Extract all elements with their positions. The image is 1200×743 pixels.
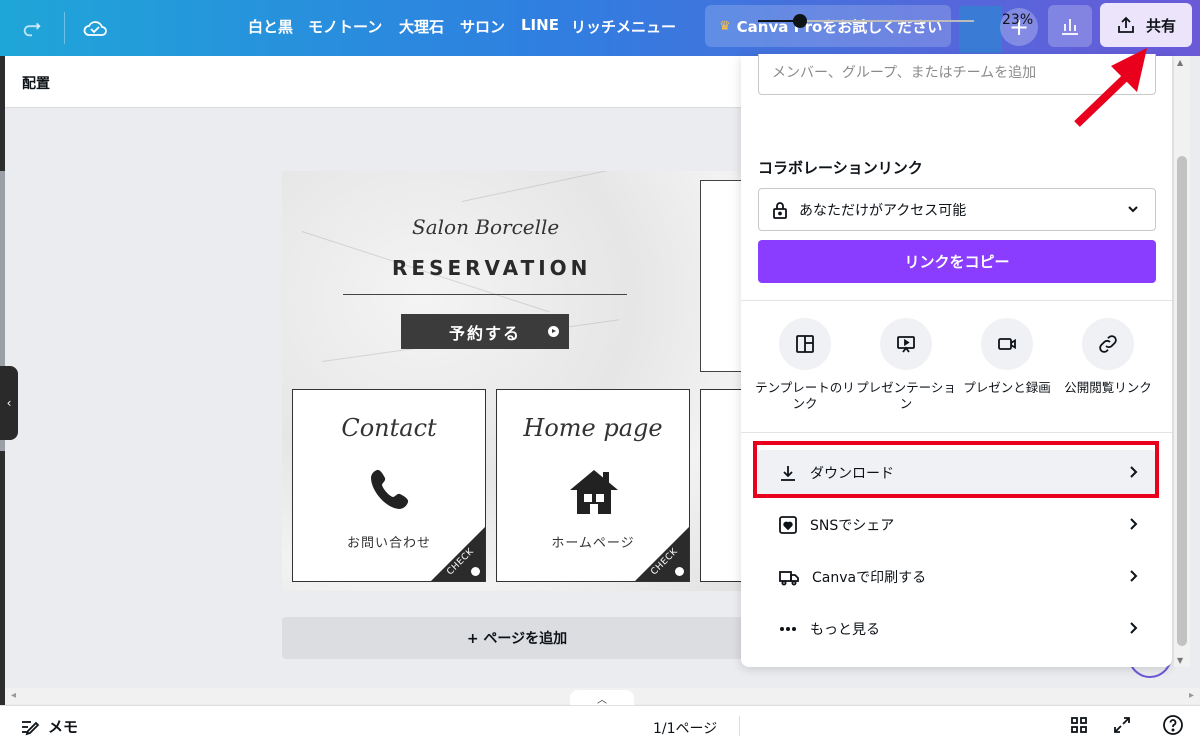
zoom-level[interactable]: 23% (1002, 12, 1033, 28)
try-canva-pro-button[interactable]: ♛ Canva Proをお試しください (705, 5, 951, 47)
top-toolbar: 白と黒 モノトーン 大理石 サロン LINE リッチメニュー ♛ Canva P… (0, 0, 1200, 56)
more-icon (780, 627, 796, 631)
chevron-down-icon (1128, 206, 1138, 213)
link-icon (1082, 318, 1134, 370)
quick-action-label: プレゼンと録画 (963, 380, 1051, 395)
scroll-right-icon[interactable]: ▸ (1189, 690, 1194, 701)
red-arrow-annotation (1074, 48, 1147, 127)
download-highlight-box (753, 441, 1159, 498)
quick-action-label: プレゼンテーション (856, 380, 956, 411)
bar-chart-icon (1062, 19, 1078, 35)
share-upload-icon (1118, 16, 1134, 33)
lock-icon (773, 201, 787, 219)
cloud-saved-icon[interactable] (79, 12, 111, 44)
presentation-icon (880, 318, 932, 370)
panel-divider (741, 432, 1172, 433)
chevron-right-icon (1130, 570, 1138, 582)
redo-icon[interactable] (16, 12, 48, 44)
quick-action-label: 公開閲覧リンク (1064, 380, 1152, 395)
add-page-button[interactable]: + ページを追加 (282, 617, 752, 659)
see-more-label: もっと見る (810, 622, 880, 638)
access-level-select[interactable]: あなただけがアクセス可能 (758, 188, 1156, 231)
quick-action-present-record[interactable]: プレゼンと録画 (957, 318, 1057, 396)
chevron-up-icon: ︿ (597, 694, 607, 706)
context-toolbar: 配置 (5, 56, 741, 108)
homepage-card-title: Home page (523, 414, 663, 442)
share-social-label: SNSでシェア (810, 518, 895, 534)
template-icon (779, 318, 831, 370)
quick-action-public-link[interactable]: 公開閲覧リンク (1058, 318, 1158, 396)
access-level-label: あなただけがアクセス可能 (799, 202, 967, 219)
reserve-button[interactable]: 予約する (401, 314, 569, 349)
share-panel: メンバー、グループ、またはチームを追加 コラボレーションリンク あなただけがアク… (741, 54, 1172, 667)
chevron-right-icon (1130, 518, 1138, 530)
scroll-down-icon[interactable]: ▼ (1177, 656, 1183, 665)
style-tab-shiro-kuro[interactable]: 白と黒 (248, 16, 293, 37)
style-tab-monotone[interactable]: モノトーン (308, 16, 382, 37)
house-icon (570, 470, 618, 514)
share-label: 共有 (1145, 16, 1176, 35)
panel-scrollbar[interactable]: ▲ ▼ (1174, 56, 1190, 667)
grid-view-icon[interactable] (1068, 714, 1090, 736)
quick-action-template-link[interactable]: テンプレートのリンク (755, 318, 855, 412)
page-count[interactable]: 1/1ページ (653, 718, 717, 738)
style-tab-salon[interactable]: サロン (460, 16, 505, 37)
notes-button[interactable]: メモ (20, 716, 78, 737)
bottom-bar: メモ 1/1ページ (0, 705, 1200, 743)
expand-pages-button[interactable]: ︿ (570, 690, 634, 706)
copy-link-button[interactable]: リンクをコピー (758, 240, 1156, 283)
style-tab-marble[interactable]: 大理石 (399, 16, 444, 37)
scroll-left-icon[interactable]: ◂ (11, 690, 16, 701)
style-tab-line[interactable]: LINE (521, 16, 559, 34)
see-more-row[interactable]: もっと見る (758, 606, 1156, 652)
quick-action-presentation[interactable]: プレゼンテーション (856, 318, 956, 412)
collapse-panel-button[interactable]: ‹ (0, 366, 18, 440)
play-icon (675, 567, 684, 576)
bottom-divider (739, 716, 740, 736)
reservation-title: RESERVATION (392, 256, 592, 280)
design-page[interactable]: Salon Borcelle RESERVATION 予約する Contact … (282, 171, 752, 591)
heart-icon (779, 516, 797, 534)
play-icon (548, 326, 559, 337)
panel-divider (741, 300, 1172, 301)
style-tab-rich-menu[interactable]: リッチメニュー (571, 16, 676, 37)
toolbar-divider (64, 12, 65, 44)
contact-card[interactable]: Contact お問い合わせ CHECK (292, 389, 486, 582)
share-social-row[interactable]: SNSでシェア (758, 502, 1156, 548)
fullscreen-icon[interactable] (1111, 714, 1133, 736)
truck-icon (779, 571, 799, 586)
collaboration-link-title: コラボレーションリンク (758, 159, 923, 177)
chevron-left-icon: ‹ (6, 396, 12, 410)
video-record-icon (981, 318, 1033, 370)
try-canva-pro-label: Canva Proをお試しください (736, 17, 943, 36)
notes-label: メモ (48, 718, 79, 736)
arrange-button[interactable]: 配置 (22, 73, 50, 93)
quick-action-label: テンプレートのリンク (755, 380, 855, 411)
scroll-up-icon[interactable]: ▲ (1177, 58, 1183, 67)
reservation-divider (343, 294, 627, 295)
contact-card-title: Contact (341, 414, 437, 442)
avatar[interactable] (959, 6, 1002, 53)
print-row[interactable]: Canvaで印刷する (758, 554, 1156, 600)
panel-scrollbar-thumb[interactable] (1177, 156, 1187, 646)
salon-script-title: Salon Borcelle (412, 215, 560, 239)
print-label: Canvaで印刷する (812, 570, 927, 586)
reserve-label: 予約する (448, 323, 521, 343)
phone-icon (371, 469, 409, 509)
play-icon (471, 567, 480, 576)
notes-icon (22, 720, 40, 735)
homepage-card[interactable]: Home page ホームページ CHECK (496, 389, 690, 582)
zoom-slider-handle[interactable] (793, 14, 807, 28)
crown-icon: ♛ (719, 18, 731, 34)
chevron-right-icon (1130, 622, 1138, 634)
help-icon[interactable] (1162, 714, 1184, 736)
